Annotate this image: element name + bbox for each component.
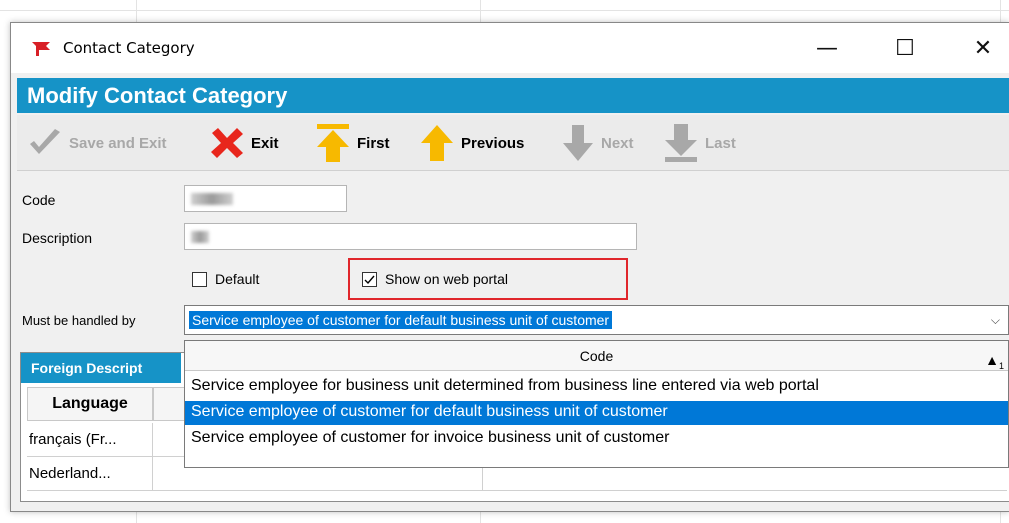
app-logo-icon [32, 42, 50, 56]
dropdown-option[interactable]: Service employee for business unit deter… [185, 375, 1008, 399]
next-button[interactable]: Next [561, 123, 634, 163]
language-column-header[interactable]: Language [27, 387, 153, 421]
first-arrow-icon [317, 124, 349, 162]
dropdown-option[interactable]: Service employee of customer for invoice… [185, 427, 1008, 451]
chevron-down-icon[interactable]: ⌵ [991, 313, 1000, 328]
redacted-value [191, 193, 233, 205]
foreign-descriptions-title: Foreign Descript [21, 353, 181, 383]
default-checkbox[interactable]: Default [192, 271, 259, 287]
save-and-exit-label: Save and Exit [69, 134, 167, 152]
maximize-button[interactable]: ☐ [875, 23, 935, 73]
checkmark-icon [30, 129, 60, 154]
exit-label: Exit [251, 134, 279, 152]
toolbar: Save and Exit Exit First Previous Next L… [17, 115, 1009, 171]
last-label: Last [705, 134, 736, 152]
redacted-value [191, 231, 209, 243]
window-title: Contact Category [63, 39, 195, 57]
must-be-handled-by-select[interactable]: Service employee of customer for default… [184, 305, 1009, 335]
dropdown-code-column-header[interactable]: Code ▲1 [185, 341, 1008, 371]
must-be-handled-by-dropdown-list: Code ▲1 Service employee for business un… [184, 340, 1009, 468]
save-and-exit-button[interactable]: Save and Exit [27, 123, 167, 163]
default-checkbox-box[interactable] [192, 271, 207, 287]
annotation-highlight-box [348, 258, 628, 300]
code-label: Code [22, 192, 56, 208]
page-title: Modify Contact Category [27, 83, 288, 108]
last-button[interactable]: Last [663, 123, 736, 163]
previous-button[interactable]: Previous [419, 123, 524, 163]
must-be-handled-by-value: Service employee of customer for default… [189, 311, 613, 329]
red-x-icon [211, 128, 243, 158]
last-arrow-icon [665, 124, 697, 162]
previous-label: Previous [461, 134, 525, 152]
title-bar[interactable]: Contact Category — ☐ ✕ [11, 23, 1009, 73]
language-cell[interactable]: français (Fr... [27, 423, 153, 457]
close-button[interactable]: ✕ [953, 23, 1009, 73]
dropdown-option-selected[interactable]: Service employee of customer for default… [185, 401, 1008, 425]
description-label: Description [22, 230, 93, 246]
first-label: First [357, 134, 390, 152]
exit-button[interactable]: Exit [209, 123, 279, 163]
description-input[interactable] [184, 223, 637, 250]
first-button[interactable]: First [315, 123, 390, 163]
header-band: Modify Contact Category [17, 78, 1009, 113]
language-cell[interactable]: Nederland... [27, 457, 153, 491]
default-label: Default [215, 271, 260, 287]
next-label: Next [601, 134, 634, 152]
down-arrow-icon [563, 125, 593, 161]
minimize-button[interactable]: — [797, 23, 857, 73]
up-arrow-icon [421, 125, 453, 161]
code-input[interactable] [184, 185, 347, 212]
must-be-handled-by-label: Must be handled by [22, 313, 136, 328]
